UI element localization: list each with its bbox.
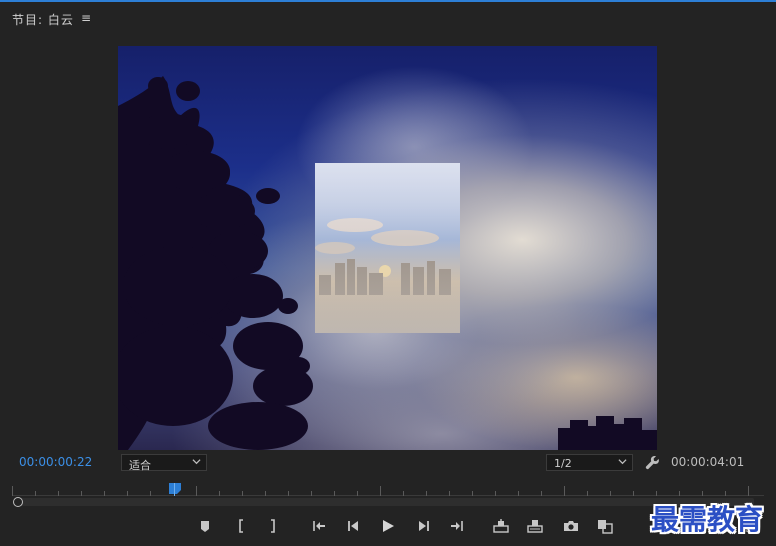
panel-title[interactable]: 节目: 白云	[12, 11, 74, 28]
wrench-icon[interactable]	[645, 455, 660, 470]
go-to-in-button[interactable]	[308, 516, 330, 536]
go-to-out-icon	[451, 521, 463, 531]
inset-haze	[315, 163, 460, 333]
camera-icon	[564, 521, 578, 531]
chevron-down-icon	[618, 459, 627, 465]
current-timecode[interactable]: 00:00:00:22	[19, 455, 92, 469]
mark-out-button[interactable]	[262, 516, 284, 536]
mark-in-button[interactable]	[230, 516, 252, 536]
duration-timecode: 00:00:04:01	[671, 455, 745, 469]
zoom-level-dropdown[interactable]: 适合	[121, 454, 207, 472]
scrub-start-handle[interactable]	[13, 497, 23, 507]
mark-out-icon	[271, 519, 275, 533]
mark-in-icon	[239, 519, 243, 533]
lift-button[interactable]	[490, 516, 512, 536]
extract-icon	[527, 520, 543, 533]
playback-scrub-bar[interactable]	[18, 498, 754, 506]
comparison-view-icon	[598, 520, 613, 534]
add-marker-button[interactable]	[194, 516, 216, 536]
playhead-marker[interactable]	[169, 483, 181, 496]
time-ruler[interactable]	[12, 480, 764, 496]
extract-button[interactable]	[524, 516, 546, 536]
inset-city-image	[315, 163, 460, 333]
hamburger-icon[interactable]: ≡	[81, 11, 91, 25]
zoom-level-value: 适合	[129, 459, 151, 472]
step-back-icon	[348, 521, 358, 531]
panel-header: 节目: 白云 ≡	[0, 2, 776, 32]
play-button[interactable]	[377, 516, 399, 536]
chevron-down-icon	[192, 459, 201, 465]
playback-resolution-value: 1/2	[554, 457, 572, 470]
program-monitor-video[interactable]	[118, 46, 657, 450]
play-icon	[383, 520, 394, 532]
comparison-view-button[interactable]	[594, 516, 616, 536]
watermark-logo: 最需教育	[651, 503, 764, 536]
playback-resolution-dropdown[interactable]: 1/2	[546, 454, 633, 471]
go-to-in-icon	[313, 521, 325, 531]
step-forward-icon	[419, 521, 429, 531]
step-forward-button[interactable]	[413, 516, 435, 536]
step-back-button[interactable]	[342, 516, 364, 536]
lift-icon	[493, 519, 509, 533]
add-marker-icon	[201, 521, 209, 532]
go-to-out-button[interactable]	[446, 516, 468, 536]
export-frame-button[interactable]	[560, 516, 582, 536]
